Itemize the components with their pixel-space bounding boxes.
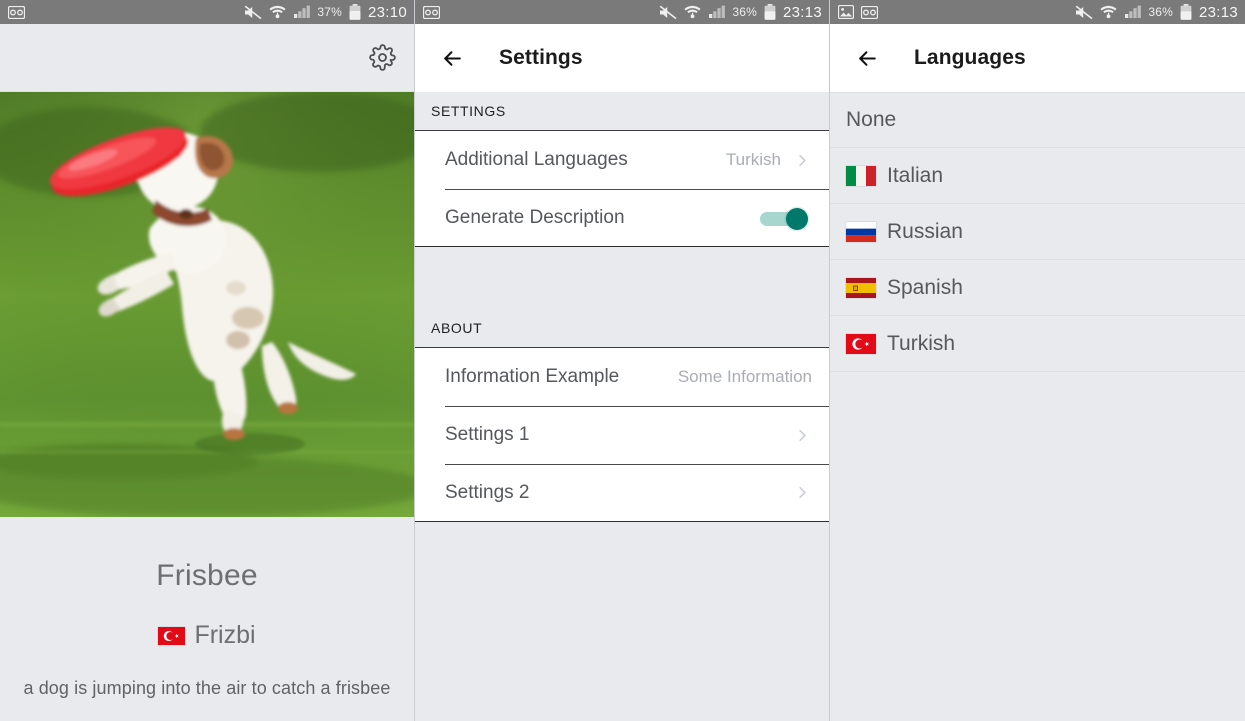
- row-label: Settings 1: [445, 424, 530, 445]
- status-bar-right-2: 36% 23:13: [659, 4, 822, 21]
- voicemail-icon: [8, 5, 25, 19]
- signal-icon: [293, 5, 311, 19]
- status-bar-left-icons-1: [8, 5, 25, 19]
- row-additional-languages[interactable]: Additional Languages Turkish: [415, 131, 829, 189]
- battery-percent-label: 36%: [1148, 5, 1173, 19]
- status-bar-right-1: 37% 23:10: [244, 4, 407, 21]
- page-title: Languages: [914, 46, 1026, 69]
- section-header-about: ABOUT: [415, 309, 829, 348]
- detail-photo: [0, 92, 414, 517]
- image-icon: [838, 5, 854, 19]
- generate-description-toggle[interactable]: [756, 205, 812, 231]
- mute-icon: [1075, 5, 1093, 20]
- russian-flag-icon: [846, 221, 876, 242]
- screenshot-root: 37% 23:10 Frisbee Frizbi a dog is jumpin…: [0, 0, 1245, 721]
- row-label: Information Example: [445, 366, 620, 387]
- row-settings-1[interactable]: Settings 1: [415, 406, 829, 464]
- section-gap: [415, 247, 829, 309]
- language-label: Spanish: [887, 275, 963, 299]
- spanish-flag-icon: [846, 277, 876, 298]
- mute-icon: [244, 5, 262, 20]
- battery-icon: [1180, 4, 1192, 20]
- row-accessory: [756, 205, 812, 231]
- italian-flag-icon: [846, 165, 876, 186]
- list-item-none[interactable]: None: [830, 92, 1245, 148]
- section-header-settings: SETTINGS: [415, 92, 829, 131]
- settings-empty-area: [415, 522, 829, 721]
- detail-description: a dog is jumping into the air to catch a…: [23, 678, 391, 698]
- row-label: Settings 2: [445, 481, 530, 503]
- status-bar-3: 36% 23:13: [830, 0, 1245, 24]
- list-item-italian[interactable]: Italian: [830, 148, 1245, 204]
- voicemail-icon: [423, 5, 440, 19]
- language-label: Turkish: [887, 331, 956, 355]
- wifi-icon: [684, 5, 701, 20]
- languages-app-bar: Languages: [830, 24, 1245, 92]
- panel-settings: 36% 23:13 Settings SETTINGS Additional L…: [415, 0, 830, 721]
- battery-percent-label: 37%: [317, 5, 342, 19]
- battery-icon: [764, 4, 776, 20]
- detail-translation: Frizbi: [0, 621, 414, 650]
- wifi-icon: [1100, 5, 1117, 20]
- clock-label: 23:13: [1198, 3, 1238, 21]
- chevron-right-icon: [793, 483, 812, 502]
- row-accessory: Turkish: [726, 150, 812, 170]
- row-value: Some Information: [677, 367, 812, 386]
- panel-languages: 36% 23:13 Languages None Italian Russian…: [830, 0, 1245, 721]
- clock-label: 23:10: [367, 3, 407, 21]
- battery-icon: [349, 4, 361, 20]
- row-accessory: Some Information: [678, 367, 812, 387]
- status-bar-left-icons-3: [838, 5, 878, 19]
- detail-translation-label: Frizbi: [194, 621, 256, 649]
- signal-icon: [1124, 5, 1142, 19]
- turkish-flag-icon: [158, 626, 186, 645]
- status-bar-1: 37% 23:10: [0, 0, 414, 24]
- signal-icon: [708, 5, 726, 19]
- row-label: Generate Description: [445, 206, 625, 228]
- status-bar-2: 36% 23:13: [415, 0, 829, 24]
- back-arrow-icon[interactable]: [437, 43, 467, 73]
- page-title: Settings: [499, 46, 583, 69]
- row-label: Additional Languages: [445, 149, 628, 170]
- detail-body: Frisbee Frizbi a dog is jumping into the…: [0, 517, 414, 721]
- row-generate-description[interactable]: Generate Description: [415, 189, 829, 247]
- row-information-example[interactable]: Information Example Some Information: [415, 348, 829, 406]
- clock-label: 23:13: [782, 3, 822, 21]
- back-arrow-icon[interactable]: [852, 43, 882, 73]
- mute-icon: [659, 5, 677, 20]
- languages-list: None Italian Russian Spanish Turkish: [830, 92, 1245, 372]
- status-bar-right-3: 36% 23:13: [1075, 4, 1238, 21]
- voicemail-icon: [861, 5, 878, 19]
- settings-app-bar: Settings: [415, 24, 829, 92]
- language-label: None: [846, 108, 897, 131]
- language-label: Russian: [887, 219, 963, 243]
- language-label: Italian: [887, 163, 944, 187]
- row-accessory: [793, 483, 812, 502]
- row-settings-2[interactable]: Settings 2: [415, 464, 829, 522]
- status-bar-left-icons-2: [423, 5, 440, 19]
- chevron-right-icon: [793, 426, 812, 445]
- chevron-right-icon: [793, 151, 812, 170]
- row-value: Turkish: [725, 150, 781, 169]
- page-title: Frisbee: [156, 559, 258, 592]
- turkish-flag-icon: [846, 333, 876, 354]
- row-accessory: [793, 426, 812, 445]
- battery-percent-label: 36%: [732, 5, 757, 19]
- list-item-spanish[interactable]: Spanish: [830, 260, 1245, 316]
- settings-list: SETTINGS Additional Languages Turkish Ge…: [415, 92, 829, 721]
- list-item-russian[interactable]: Russian: [830, 204, 1245, 260]
- detail-top-bar: [0, 24, 414, 92]
- list-item-turkish[interactable]: Turkish: [830, 316, 1245, 372]
- wifi-icon: [269, 5, 286, 20]
- panel-detail: 37% 23:10 Frisbee Frizbi a dog is jumpin…: [0, 0, 415, 721]
- gear-icon[interactable]: [365, 41, 399, 75]
